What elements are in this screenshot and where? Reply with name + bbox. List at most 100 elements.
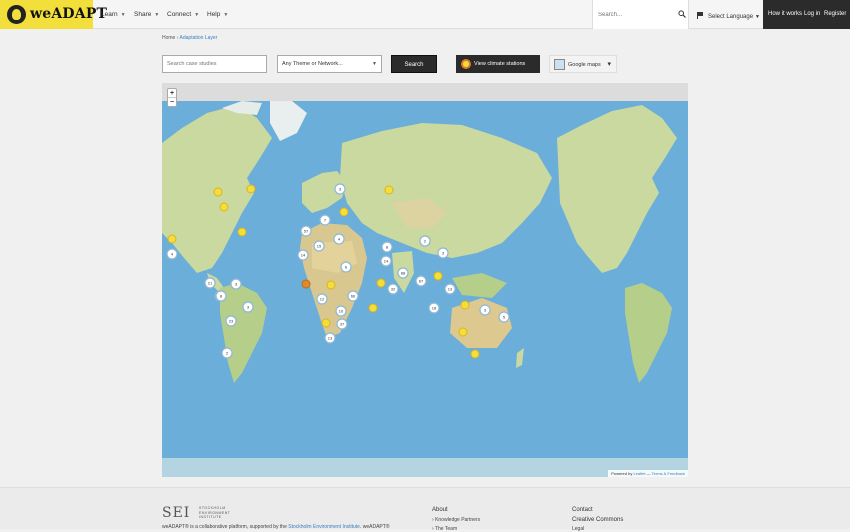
case-study-cluster-marker[interactable]: 21 (204, 277, 216, 289)
theme-select-value: Any Theme or Network... (282, 61, 343, 67)
footer-knowledge-partners-link[interactable]: › Knowledge Partners (432, 517, 480, 523)
theme-select[interactable]: Any Theme or Network... ▼ (277, 55, 382, 73)
sei-link[interactable]: Stockholm Environment Institute (288, 524, 360, 530)
nav-share[interactable]: Share ▼ (134, 11, 159, 18)
case-study-cluster-marker[interactable]: 18 (428, 302, 440, 314)
footer-about-heading: About (432, 507, 448, 513)
google-maps-label: Google maps (568, 62, 601, 68)
google-maps-toggle[interactable]: Google maps ▾ (549, 55, 617, 73)
team-label: The Team (434, 526, 458, 532)
climate-station-marker[interactable] (368, 303, 378, 313)
how-it-works-link[interactable]: How it works (768, 11, 802, 17)
case-study-cluster-marker[interactable]: 15 (313, 240, 325, 252)
cluster-count: 13 (448, 286, 453, 291)
climate-station-marker[interactable] (376, 278, 386, 288)
cluster-count: 37 (340, 321, 345, 326)
climate-station-marker[interactable] (246, 184, 256, 194)
login-link[interactable]: Log in (804, 11, 820, 17)
cluster-count: 14 (384, 258, 389, 263)
cluster-count: 88 (401, 270, 406, 275)
site-search-input[interactable] (598, 9, 673, 20)
climate-station-marker[interactable] (213, 187, 223, 197)
sei-logo[interactable]: SEI STOCKHOLM ENVIRONMENT INSTITUTE (162, 505, 230, 521)
climate-station-marker[interactable] (321, 318, 331, 328)
case-study-cluster-marker[interactable]: 4 (333, 233, 345, 245)
footer-legal-link[interactable]: Legal (572, 526, 584, 532)
climate-station-marker[interactable] (167, 234, 177, 244)
case-study-cluster-marker[interactable]: 67 (415, 275, 427, 287)
sei-abbreviation: SEI (162, 505, 191, 521)
search-icon[interactable] (678, 10, 686, 18)
case-study-cluster-marker[interactable]: 3 (437, 247, 449, 259)
case-study-cluster-marker[interactable]: 32 (387, 283, 399, 295)
case-study-cluster-marker[interactable]: 3 (334, 183, 346, 195)
case-study-cluster-marker[interactable]: 23 (225, 315, 237, 327)
world-map[interactable]: 3757154144814236886713966123210373233821… (162, 83, 688, 477)
attribution-separator: — (646, 471, 651, 476)
case-study-cluster-marker[interactable]: 3 (479, 304, 491, 316)
case-study-cluster-marker[interactable]: 88 (397, 267, 409, 279)
case-study-cluster-marker[interactable]: 8 (381, 241, 393, 253)
nav-help[interactable]: Help ▼ (207, 11, 228, 18)
footer-creative-commons-link[interactable]: Creative Commons (572, 517, 623, 523)
map-attribution: Powered by Leaflet — Terms & Feedback (608, 470, 688, 477)
zoom-out-button[interactable]: − (168, 98, 176, 107)
footer-text-a: weADAPT® is a collaborative platform, su… (162, 524, 287, 530)
case-study-cluster-marker[interactable]: 3 (242, 301, 254, 313)
climate-station-marker[interactable] (433, 271, 443, 281)
climate-stations-button[interactable]: View climate stations (456, 55, 540, 73)
flag-icon (697, 12, 703, 19)
case-study-cluster-marker[interactable]: 57 (300, 225, 312, 237)
case-study-cluster-marker[interactable]: 66 (347, 290, 359, 302)
case-study-cluster-marker[interactable]: 7 (319, 214, 331, 226)
footer-contact-heading: Contact (572, 507, 593, 513)
breadcrumb-home[interactable]: Home (162, 35, 175, 41)
case-study-cluster-marker[interactable]: 3 (230, 278, 242, 290)
footer-team-link[interactable]: › The Team (432, 526, 457, 532)
climate-station-marker[interactable] (470, 349, 480, 359)
leaflet-link[interactable]: Leaflet (633, 471, 645, 476)
case-study-cluster-marker[interactable]: 10 (335, 305, 347, 317)
nav-connect[interactable]: Connect ▼ (167, 11, 199, 18)
language-selector[interactable]: Select Language ▼ (697, 11, 760, 20)
case-study-cluster-marker[interactable]: 8 (215, 290, 227, 302)
cluster-count: 14 (301, 252, 306, 257)
climate-station-icon (461, 59, 471, 69)
case-study-cluster-marker[interactable]: 14 (380, 255, 392, 267)
cluster-count: 12 (320, 296, 325, 301)
case-study-cluster-marker[interactable]: 6 (340, 261, 352, 273)
case-study-cluster-marker[interactable]: 37 (336, 318, 348, 330)
nav-learn-label: Learn (101, 11, 118, 18)
climate-station-marker[interactable] (326, 280, 336, 290)
climate-station-marker[interactable] (458, 327, 468, 337)
case-study-cluster-marker[interactable]: 13 (324, 332, 336, 344)
knowledge-partners-label: Knowledge Partners (435, 517, 481, 523)
case-study-cluster-marker[interactable]: 12 (316, 293, 328, 305)
climate-station-marker[interactable] (237, 227, 247, 237)
case-study-cluster-marker[interactable]: 14 (297, 249, 309, 261)
caret-down-icon: ▼ (154, 12, 160, 18)
map-markers: 3757154144814236886713966123210373233821… (166, 183, 510, 359)
case-study-cluster-marker[interactable]: 4 (166, 248, 178, 260)
search-button[interactable]: Search (391, 55, 437, 73)
climate-station-marker[interactable] (219, 202, 229, 212)
case-study-cluster-marker[interactable]: 13 (444, 283, 456, 295)
nav-learn[interactable]: Learn ▼ (101, 11, 126, 18)
climate-station-marker[interactable] (339, 207, 349, 217)
logo-text: weADAPT (30, 6, 108, 22)
case-study-cluster-marker[interactable]: 2 (419, 235, 431, 247)
breadcrumb-current[interactable]: Adaptation Layer (180, 35, 218, 41)
map-thumbnail-icon (554, 59, 565, 70)
register-link[interactable]: Register (824, 11, 846, 17)
case-study-cluster-marker[interactable]: 2 (221, 347, 233, 359)
climate-station-marker[interactable] (460, 300, 470, 310)
climate-station-marker[interactable] (384, 185, 394, 195)
case-study-search-input[interactable] (162, 55, 267, 73)
zoom-in-button[interactable]: + (168, 89, 176, 98)
attribution-prefix: Powered by (611, 471, 633, 476)
case-study-cluster-marker[interactable]: 5 (498, 311, 510, 323)
climate-station-marker[interactable] (301, 279, 311, 289)
site-logo[interactable]: weADAPT (0, 0, 107, 29)
cluster-count: 18 (432, 305, 437, 310)
terms-feedback-link[interactable]: Terms & Feedback (652, 471, 685, 476)
